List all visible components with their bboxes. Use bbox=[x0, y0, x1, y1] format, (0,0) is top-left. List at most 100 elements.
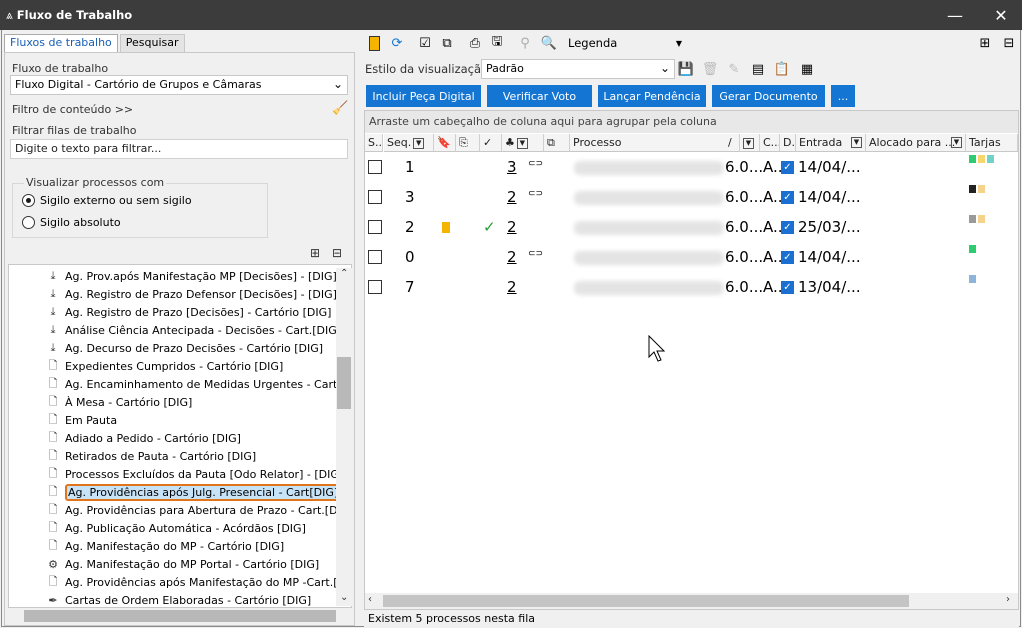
row-checkbox[interactable] bbox=[368, 280, 382, 294]
col-alocado[interactable]: Alocado para ... ▼ bbox=[866, 134, 966, 152]
layout-icon[interactable]: ▦ bbox=[798, 59, 816, 79]
tree-item[interactable]: ⤓ Análise Ciência Antecipada - Decisões -… bbox=[45, 321, 342, 339]
tab-pesquisar[interactable]: Pesquisar bbox=[119, 34, 185, 52]
col-seq[interactable]: Seq. ▼ bbox=[384, 134, 434, 152]
workflow-select[interactable]: Fluxo Digital - Cartório de Grupos e Câm… bbox=[10, 75, 348, 95]
col-tarjas[interactable]: Tarjas bbox=[966, 134, 1018, 152]
excel-export-icon[interactable]: ▤ bbox=[750, 59, 766, 79]
tree-item[interactable]: 🗋 À Mesa - Cartório [DIG] bbox=[45, 393, 193, 411]
tree-item[interactable]: ⤓ Ag. Registro de Prazo [Decisões] - Cart… bbox=[45, 303, 332, 321]
tree-item[interactable]: 🗋 Expedientes Cumpridos - Cartório [DIG] bbox=[45, 357, 284, 375]
row-checkbox[interactable] bbox=[368, 220, 382, 234]
tab-fluxos[interactable]: Fluxos de trabalho bbox=[4, 34, 118, 52]
tree-item[interactable]: ✒ Cartas de Ordem Elaboradas - Cartório [… bbox=[45, 591, 311, 607]
col-attach[interactable]: ⎘ bbox=[456, 134, 480, 152]
chevron-right-icon[interactable]: › bbox=[1006, 594, 1010, 605]
save-icon[interactable]: 💾 bbox=[678, 59, 694, 79]
collapse-grid-icon[interactable]: ⊟ bbox=[1000, 33, 1018, 53]
expand-grid-icon[interactable]: ⊞ bbox=[976, 33, 994, 53]
tag-icon[interactable]: ⚲ bbox=[516, 33, 534, 53]
row-checkbox[interactable] bbox=[368, 190, 382, 204]
tree-item[interactable]: ⤓ Ag. Registro de Prazo Defensor [Decisõe… bbox=[45, 285, 337, 303]
col-copy[interactable]: ⧉ bbox=[544, 134, 570, 152]
bookmark-icon[interactable] bbox=[442, 222, 450, 233]
grid-hscroll-thumb[interactable] bbox=[383, 595, 909, 607]
verificar-voto-button[interactable]: Verificar Voto bbox=[487, 85, 592, 107]
save-copy-icon[interactable]: 🖫 bbox=[488, 33, 506, 53]
notes-icon[interactable]: 📋 bbox=[774, 59, 790, 79]
radio-sigilo-absoluto[interactable]: Sigilo absoluto bbox=[22, 216, 121, 229]
delete-icon[interactable]: 🗑 bbox=[702, 59, 719, 79]
tree-item[interactable]: 🗋 Ag. Providências para Abertura de Prazo… bbox=[45, 501, 342, 519]
table-row[interactable]: 7 2 6.0... A... ✓ 13/04/... bbox=[365, 273, 1005, 303]
radio-sigilo-externo[interactable]: Sigilo externo ou sem sigilo bbox=[22, 194, 192, 207]
chevron-up-icon[interactable]: ⌃ bbox=[340, 268, 348, 279]
tree-item[interactable]: 🗋 Adiado a Pedido - Cartório [DIG] bbox=[45, 429, 241, 447]
count-link[interactable]: 2 bbox=[507, 278, 517, 296]
table-row[interactable]: 0 2 ⊂⊃ 6.0... A... ✓ 14/04/... bbox=[365, 243, 1005, 273]
queue-filter-input[interactable]: Digite o texto para filtrar... bbox=[10, 139, 348, 159]
tree-item[interactable]: 🗋 Ag. Publicação Automática - Acórdãos [D… bbox=[45, 519, 306, 537]
digital-checkbox[interactable]: ✓ bbox=[781, 281, 794, 294]
count-link[interactable]: 2 bbox=[507, 218, 517, 236]
collapse-tree-icon[interactable]: ⊟ bbox=[332, 246, 342, 260]
content-filter-link[interactable]: Filtro de conteúdo >> bbox=[12, 103, 133, 116]
col-c[interactable]: C... bbox=[760, 134, 780, 152]
col-entrada[interactable]: Entrada ▼ bbox=[796, 134, 866, 152]
tree-vertical-scrollbar[interactable] bbox=[336, 268, 352, 606]
count-link[interactable]: 2 bbox=[507, 188, 517, 206]
digital-checkbox[interactable]: ✓ bbox=[781, 251, 794, 264]
digital-checkbox[interactable]: ✓ bbox=[781, 191, 794, 204]
tree-scroll-thumb[interactable] bbox=[337, 357, 351, 409]
col-processo[interactable]: Processo / bbox=[570, 134, 740, 152]
row-checkbox[interactable] bbox=[368, 160, 382, 174]
link-icon[interactable]: ⊂⊃ bbox=[528, 249, 543, 259]
tree-hscroll-thumb[interactable] bbox=[24, 610, 336, 622]
tree-item[interactable]: 🗋 Ag. Providências após Manifestação do M… bbox=[45, 573, 351, 591]
row-checkbox[interactable] bbox=[368, 250, 382, 264]
close-button[interactable]: ✕ bbox=[978, 0, 1022, 30]
digital-checkbox[interactable]: ✓ bbox=[781, 161, 794, 174]
tree-item[interactable]: 🗋 Em Pauta bbox=[45, 411, 118, 429]
digital-checkbox[interactable]: ✓ bbox=[781, 221, 794, 234]
expand-tree-icon[interactable]: ⊞ bbox=[310, 246, 320, 260]
view-style-select[interactable]: Padrão ⌄ bbox=[481, 59, 675, 79]
minimize-button[interactable]: — bbox=[932, 0, 978, 30]
count-link[interactable]: 2 bbox=[507, 248, 517, 266]
link-icon[interactable]: ⊂⊃ bbox=[528, 189, 543, 199]
count-link[interactable]: 3 bbox=[507, 158, 517, 176]
gerar-documento-button[interactable]: Gerar Documento bbox=[712, 85, 825, 107]
copy-icon[interactable]: ⧉ bbox=[438, 33, 456, 53]
chevron-down-icon[interactable]: ⌄ bbox=[340, 592, 348, 603]
lancar-pendencia-button[interactable]: Lançar Pendência bbox=[598, 85, 706, 107]
tree-item[interactable]: 🗋 Ag. Encaminhamento de Medidas Urgentes … bbox=[45, 375, 351, 393]
edit-icon[interactable]: ✎ bbox=[726, 59, 742, 79]
bookmark-toolbar-icon[interactable] bbox=[366, 33, 382, 53]
tree-item[interactable]: 🗋 Ag. Providências após Julg. Presencial … bbox=[45, 483, 342, 501]
link-icon[interactable]: ⊂⊃ bbox=[528, 159, 543, 169]
tree-item[interactable]: ⚙ Ag. Manifestação do MP Portal - Cartóri… bbox=[45, 555, 319, 573]
tree-item[interactable]: 🗋 Ag. Manifestação do MP - Cartório [DIG] bbox=[45, 537, 285, 555]
check-document-icon[interactable]: ☑ bbox=[416, 33, 434, 53]
more-actions-button[interactable]: ... bbox=[831, 85, 855, 107]
table-row[interactable]: 2 ✓ 2 6.0... A... ✓ 25/03/... bbox=[365, 213, 1005, 243]
print-icon[interactable]: ⎙ bbox=[466, 33, 484, 53]
col-s[interactable]: S... bbox=[365, 134, 383, 152]
chevron-left-icon[interactable]: ‹ bbox=[368, 594, 372, 605]
incluir-peca-button[interactable]: Incluir Peça Digital bbox=[366, 85, 481, 107]
table-row[interactable]: 1 3 ⊂⊃ 6.0... A... ✓ 14/04/... bbox=[365, 153, 1005, 183]
col-filter[interactable]: ▼ bbox=[740, 134, 760, 152]
col-bookmark[interactable]: 🔖 bbox=[434, 134, 456, 152]
refresh-icon[interactable]: ⟳ bbox=[388, 33, 406, 53]
tree-item[interactable]: ⤓ Ag. Prov.após Manifestação MP [Decisões… bbox=[45, 267, 337, 285]
search-document-icon[interactable]: 🔍 bbox=[540, 33, 558, 53]
table-row[interactable]: 3 2 ⊂⊃ 6.0... A... ✓ 14/04/... bbox=[365, 183, 1005, 213]
chevron-down-icon[interactable]: ▼ bbox=[672, 33, 686, 53]
tree-item[interactable]: ⤓ Ag. Decurso de Prazo Decisões - Cartóri… bbox=[45, 339, 324, 357]
col-tree[interactable]: ♣ ▼ bbox=[502, 134, 544, 152]
legend-dropdown[interactable]: Legenda bbox=[568, 33, 678, 53]
col-d[interactable]: D... bbox=[780, 134, 796, 152]
col-check[interactable]: ✓ bbox=[480, 134, 502, 152]
broom-icon[interactable]: 🧹 bbox=[332, 101, 348, 116]
tree-item[interactable]: 🗋 Processos Excluídos da Pauta [Odo Relat… bbox=[45, 465, 344, 483]
